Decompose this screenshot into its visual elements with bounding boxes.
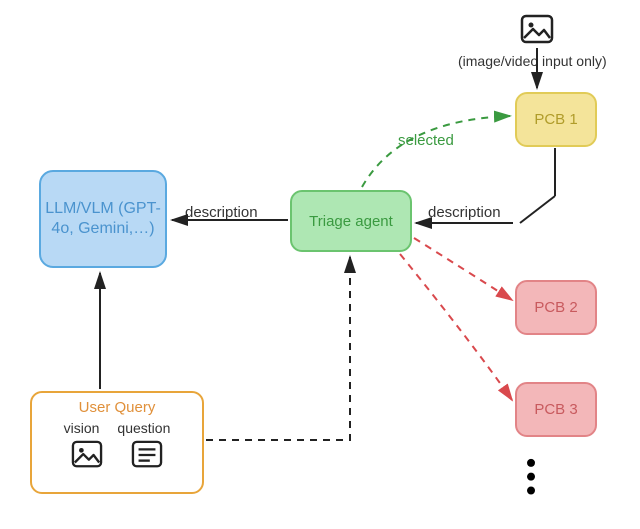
pcb-3-label: PCB 3 [534, 401, 577, 418]
pcb-1-label: PCB 1 [534, 111, 577, 128]
user-query-question-label: question [117, 420, 170, 436]
user-query-box: User Query vision question [30, 391, 204, 494]
arrow-triage-to-pcb3 [400, 254, 512, 400]
selected-label: selected [398, 132, 454, 149]
arrow-triage-to-pcb1-selected [362, 116, 510, 187]
image-icon [71, 440, 103, 474]
user-query-vision-label: vision [64, 420, 100, 436]
pcb-2-label: PCB 2 [534, 299, 577, 316]
description-label-left: description [185, 204, 258, 221]
ellipsis-icon: ••• [515, 458, 547, 499]
user-query-title: User Query [79, 399, 156, 416]
image-input-icon [520, 14, 554, 51]
llm-vlm-box: LLM/VLM (GPT-4o, Gemini,…) [39, 170, 167, 268]
arrow-triage-to-pcb2 [414, 238, 512, 300]
image-input-note: (image/video input only) [458, 53, 607, 69]
triage-agent-box: Triage agent [290, 190, 412, 252]
pcb-3-box: PCB 3 [515, 382, 597, 437]
pcb-2-box: PCB 2 [515, 280, 597, 335]
pcb-1-box: PCB 1 [515, 92, 597, 147]
arrow-pcb1-down-corner [520, 196, 555, 223]
description-label-right: description [428, 204, 501, 221]
text-icon [131, 440, 163, 474]
llm-vlm-label: LLM/VLM (GPT-4o, Gemini,…) [41, 199, 165, 239]
arrow-userquery-to-triage [206, 257, 350, 440]
triage-agent-label: Triage agent [309, 213, 393, 230]
